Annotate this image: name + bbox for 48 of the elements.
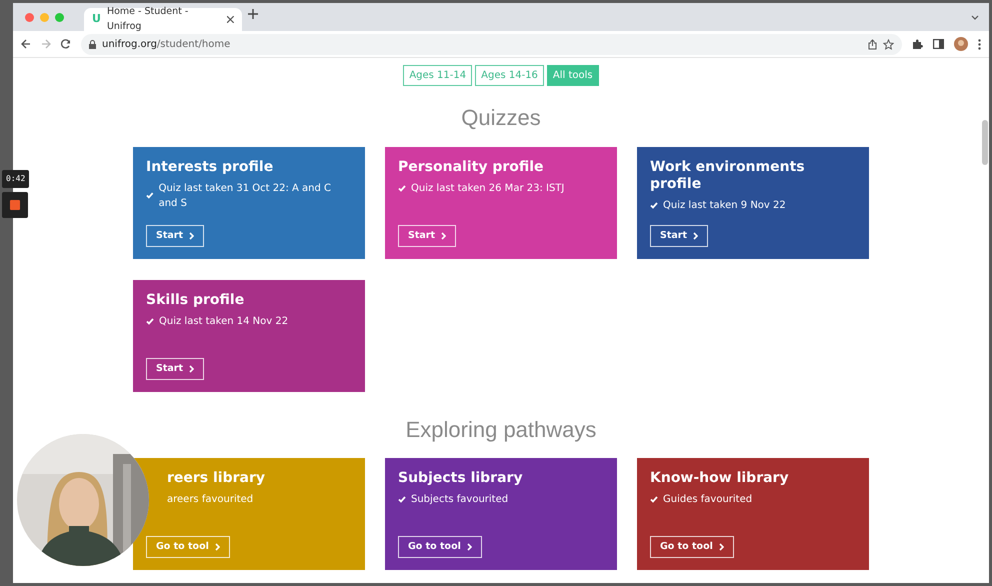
stop-recording-button[interactable]: [2, 192, 28, 218]
scrollbar[interactable]: [982, 120, 988, 165]
chevron-right-icon: [466, 542, 472, 551]
profile-avatar[interactable]: [954, 37, 968, 51]
star-icon[interactable]: [883, 38, 894, 50]
chevron-right-icon: [189, 232, 194, 240]
card-title: Know-how library: [650, 470, 789, 487]
menu-icon[interactable]: [978, 38, 981, 50]
section-heading: Exploring pathways: [404, 416, 598, 444]
card-button[interactable]: Start: [650, 224, 708, 247]
chevron-down-icon[interactable]: [971, 14, 979, 20]
card-button[interactable]: Go to tool: [398, 536, 482, 558]
card-detail: Guides favourited: [663, 492, 752, 507]
address-bar[interactable]: unifrog.org/student/home: [81, 34, 902, 54]
puzzle-icon[interactable]: [912, 38, 923, 50]
chevron-right-icon: [189, 364, 194, 373]
share-icon[interactable]: [868, 38, 877, 50]
close-icon[interactable]: [227, 16, 234, 23]
card-detail: areers favourited: [167, 492, 254, 507]
chevron-right-icon: [441, 232, 446, 240]
card-title: Skills profile: [146, 292, 244, 309]
card-detail: Quiz last taken 26 Mar 23: ISTJ: [411, 182, 564, 196]
chevron-right-icon: [693, 232, 698, 240]
sidebar-icon[interactable]: [933, 39, 944, 49]
card-title: Subjects library: [398, 470, 523, 487]
card-button[interactable]: Go to tool: [650, 536, 734, 558]
card-detail: Quiz last taken 9 Nov 22: [663, 198, 786, 213]
card-detail: Quiz last taken 14 Nov 22: [159, 314, 288, 329]
stop-icon: [10, 200, 20, 210]
chevron-right-icon: [718, 542, 724, 551]
card-button[interactable]: Start: [146, 224, 204, 247]
card-title: reers library: [166, 470, 266, 487]
card-title: Work environments profile: [650, 159, 806, 193]
card-button[interactable]: Start: [398, 224, 456, 247]
back-icon[interactable]: [21, 39, 31, 49]
card-title: Personality profile: [398, 159, 544, 176]
recording-timer: 0:42: [2, 170, 30, 188]
card-button[interactable]: Start: [146, 358, 204, 380]
site-logo: U: [92, 11, 101, 28]
section-heading: Quizzes: [460, 104, 542, 132]
card-title: Interests profile: [146, 159, 274, 176]
lock-icon: [89, 40, 96, 48]
chevron-right-icon: [214, 542, 220, 551]
new-tab-icon[interactable]: [248, 9, 258, 19]
card-detail: Quiz last taken 31 Oct 22: A and C and S: [158, 182, 332, 211]
tab-title: Home - Student - Unifrog: [106, 5, 190, 34]
reload-icon[interactable]: [61, 39, 71, 49]
card-detail: Subjects favourited: [411, 492, 508, 507]
